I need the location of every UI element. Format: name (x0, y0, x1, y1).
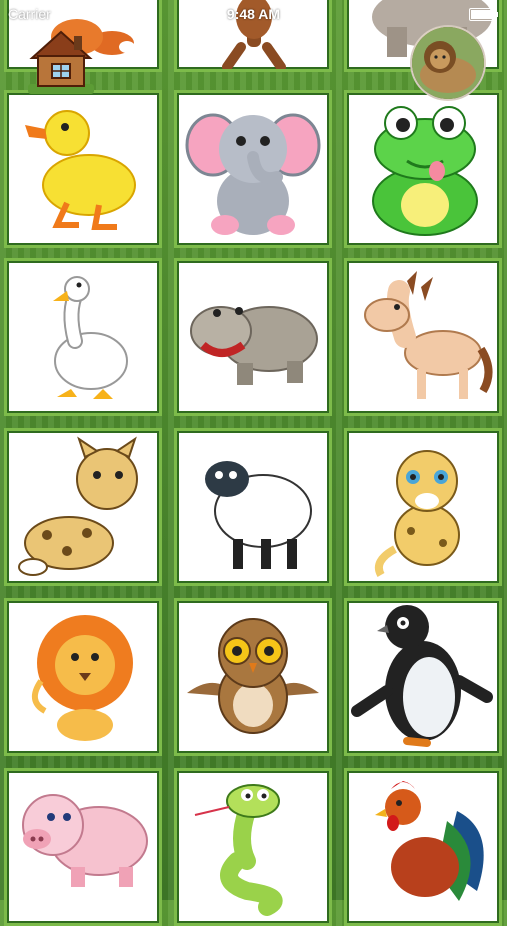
animal-card-owl[interactable] (174, 598, 332, 756)
animal-card-cheetah[interactable] (344, 428, 502, 586)
animal-card-frog[interactable] (344, 90, 502, 248)
battery-icon (469, 8, 498, 21)
status-bar: Carrier 9:48 AM (0, 0, 507, 28)
animal-card-leopard[interactable] (4, 428, 162, 586)
horse-icon (364, 271, 493, 399)
animal-card-pig[interactable] (4, 768, 162, 926)
penguin-icon (351, 605, 493, 747)
animal-card-horse[interactable] (344, 258, 502, 416)
lion-icon (32, 615, 133, 741)
clock: 9:48 AM (226, 6, 281, 22)
lion-photo-icon (412, 27, 484, 99)
owl-icon (187, 618, 319, 734)
pig-icon (22, 794, 148, 887)
hippo-icon (190, 306, 318, 385)
animal-card-goose[interactable] (4, 258, 162, 416)
animal-card-sheep[interactable] (174, 428, 332, 586)
goose-icon (53, 276, 128, 399)
animal-card-rooster[interactable] (344, 768, 502, 926)
snake-icon (194, 784, 283, 916)
animal-card-elephant[interactable] (174, 90, 332, 248)
duck-icon (25, 110, 136, 230)
animal-card-lion[interactable] (4, 598, 162, 756)
leopard-icon (18, 436, 138, 576)
cheetah-icon (374, 450, 460, 577)
animal-card-penguin[interactable] (344, 598, 502, 756)
lion-sound-button[interactable] (410, 25, 486, 101)
elephant-icon (185, 113, 321, 235)
frog-icon (372, 106, 478, 236)
home-button[interactable] (24, 22, 98, 96)
rooster-icon (375, 781, 484, 901)
animal-card-duck[interactable] (4, 90, 162, 248)
house-icon (28, 30, 94, 94)
sheep-icon (205, 461, 312, 569)
animal-card-snake[interactable] (174, 768, 332, 926)
animal-grid (0, 0, 507, 926)
animal-card-hippo[interactable] (174, 258, 332, 416)
